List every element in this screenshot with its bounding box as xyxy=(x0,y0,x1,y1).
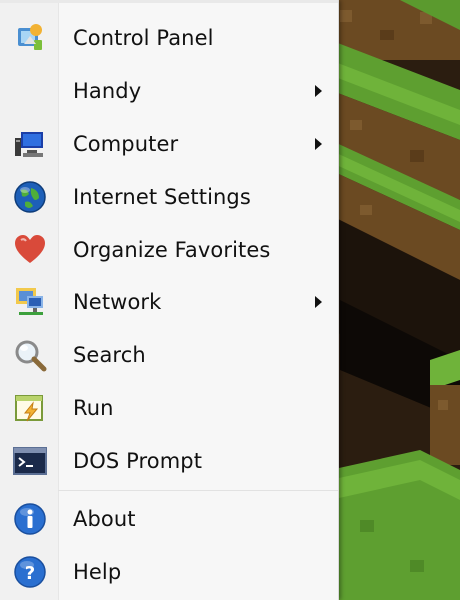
menu-item-label: Control Panel xyxy=(73,26,214,50)
menu-item-label: Handy xyxy=(73,79,142,103)
menu-separator xyxy=(58,490,338,491)
menu-item-internet-settings[interactable]: Internet Settings xyxy=(0,172,338,222)
menu-item-organize-favorites[interactable]: Organize Favorites xyxy=(0,225,338,275)
menu-item-label: About xyxy=(73,507,136,531)
menu-item-help[interactable]: ? Help xyxy=(0,547,338,597)
svg-text:?: ? xyxy=(25,563,35,584)
menu-item-control-panel[interactable]: Control Panel xyxy=(0,13,338,63)
menu-item-dos-prompt[interactable]: DOS Prompt xyxy=(0,436,338,486)
terminal-icon xyxy=(12,443,48,479)
menu-item-search[interactable]: Search xyxy=(0,330,338,380)
network-icon xyxy=(12,284,48,320)
heart-icon xyxy=(12,232,48,268)
magnifier-icon xyxy=(12,337,48,373)
menu-item-label: Network xyxy=(73,290,162,314)
menu-item-label: Help xyxy=(73,560,122,584)
menu-item-label: DOS Prompt xyxy=(73,449,203,473)
menu-item-about[interactable]: About xyxy=(0,494,338,544)
submenu-arrow-icon xyxy=(315,85,322,97)
menu-item-label: Computer xyxy=(73,132,179,156)
help-icon: ? xyxy=(12,554,48,590)
menu-item-computer[interactable]: Computer xyxy=(0,119,338,169)
menu-item-run[interactable]: Run xyxy=(0,383,338,433)
info-icon xyxy=(12,501,48,537)
menu-top-edge xyxy=(0,0,338,3)
menu-item-network[interactable]: Network xyxy=(0,277,338,327)
submenu-arrow-icon xyxy=(315,296,322,308)
menu-item-label: Internet Settings xyxy=(73,185,251,209)
control-panel-icon xyxy=(12,20,48,56)
run-icon xyxy=(12,390,48,426)
computer-icon xyxy=(12,126,48,162)
menu-item-label: Search xyxy=(73,343,146,367)
submenu-arrow-icon xyxy=(315,138,322,150)
start-menu: Control Panel Handy Computer Internet Se… xyxy=(0,0,339,600)
menu-item-label: Organize Favorites xyxy=(73,238,271,262)
menu-item-label: Run xyxy=(73,396,114,420)
globe-icon xyxy=(12,179,48,215)
menu-item-handy[interactable]: Handy xyxy=(0,66,338,116)
